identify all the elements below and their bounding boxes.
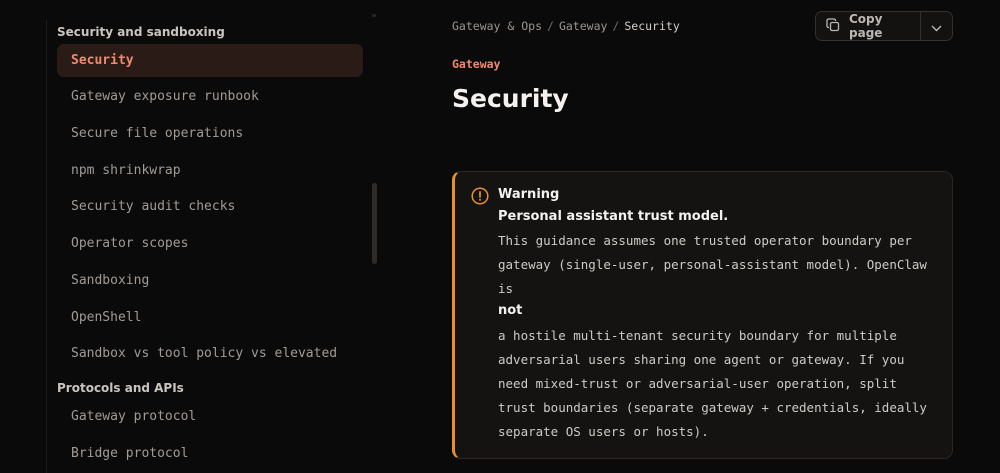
callout-emphasis: not — [498, 303, 523, 318]
sidebar-item-openshell[interactable]: OpenShell — [57, 301, 363, 334]
page-eyebrow: Gateway — [452, 57, 501, 71]
sidebar-group-title-protocols: Protocols and APIs — [57, 381, 184, 395]
sidebar-item-sandbox-vs-tool-policy[interactable]: Sandbox vs tool policy vs elevated — [57, 337, 363, 370]
breadcrumb-gateway[interactable]: Gateway — [559, 19, 607, 33]
breadcrumb: Gateway & Ops / Gateway / Security — [452, 19, 680, 33]
callout-text-line: is — [498, 281, 514, 296]
callout-text-line: a hostile multi-tenant security boundary… — [498, 328, 897, 343]
callout-text-line: adversarial users sharing one agent or g… — [498, 352, 905, 367]
sidebar-item-gateway-protocol[interactable]: Gateway protocol — [57, 400, 363, 433]
sidebar-scroll-indicator — [372, 14, 376, 17]
sidebar-item-sandboxing[interactable]: Sandboxing — [57, 264, 363, 297]
copy-page-label: Copy page — [849, 12, 883, 40]
callout-text-line: need mixed-trust or adversarial-user ope… — [498, 376, 897, 391]
sidebar-item-security[interactable]: Security — [57, 44, 363, 77]
sidebar-item-bridge-protocol[interactable]: Bridge protocol — [57, 437, 363, 470]
sidebar-item-security-audit-checks[interactable]: Security audit checks — [57, 190, 363, 223]
callout-heading: Personal assistant trust model. — [498, 209, 729, 224]
breadcrumb-gateway-ops[interactable]: Gateway & Ops — [452, 19, 542, 33]
callout-text-line: trust boundaries (separate gateway + cre… — [498, 400, 927, 415]
sidebar-item-secure-file-operations[interactable]: Secure file operations — [57, 117, 363, 150]
copy-icon — [826, 17, 840, 35]
sidebar: Security and sandboxing Security Gateway… — [0, 0, 380, 473]
copy-options-button[interactable] — [921, 12, 952, 40]
copy-page-button[interactable]: Copy page — [816, 12, 921, 40]
chevron-down-icon — [931, 17, 942, 36]
page-title: Security — [452, 84, 569, 113]
breadcrumb-separator: / — [612, 19, 620, 33]
copy-page-control: Copy page — [815, 11, 953, 41]
warning-callout: Warning Personal assistant trust model. … — [452, 171, 953, 459]
sidebar-item-npm-shrinkwrap[interactable]: npm shrinkwrap — [57, 154, 363, 187]
breadcrumb-current: Security — [624, 19, 680, 33]
sidebar-group-title-security: Security and sandboxing — [57, 25, 225, 39]
breadcrumb-separator: / — [547, 19, 554, 33]
callout-text-line: This guidance assumes one trusted operat… — [498, 233, 912, 248]
warning-icon — [471, 187, 489, 209]
sidebar-divider — [46, 20, 47, 473]
sidebar-scrollbar[interactable] — [372, 183, 377, 264]
callout-text-line: separate OS users or hosts). — [498, 424, 709, 439]
callout-text-line: gateway (single-user, personal-assistant… — [498, 257, 927, 272]
callout-title: Warning — [498, 187, 560, 202]
sidebar-item-gateway-exposure-runbook[interactable]: Gateway exposure runbook — [57, 80, 363, 113]
sidebar-item-operator-scopes[interactable]: Operator scopes — [57, 227, 363, 260]
